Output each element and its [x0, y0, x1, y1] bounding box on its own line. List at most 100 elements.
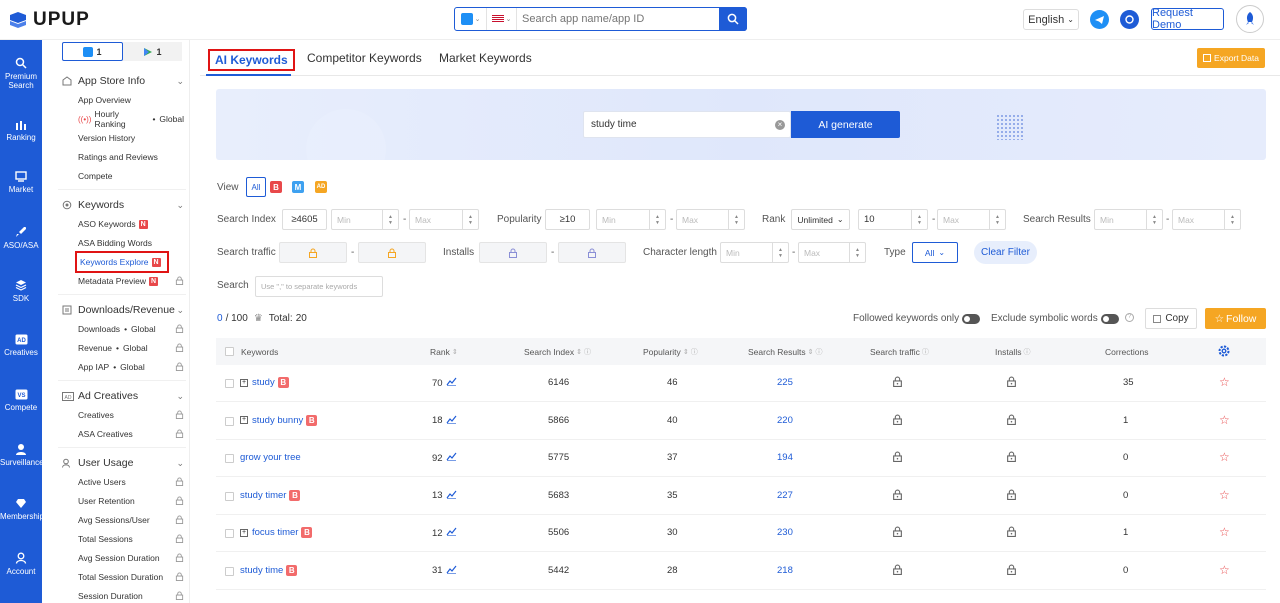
- rail-item-creatives[interactable]: AD Creatives: [0, 334, 42, 357]
- trend-chart-icon[interactable]: [446, 452, 457, 464]
- row-checkbox[interactable]: [225, 416, 234, 426]
- row-checkbox[interactable]: [225, 454, 234, 463]
- stepper[interactable]: ▲ ▼: [772, 243, 788, 262]
- language-selector[interactable]: English ⌄: [1023, 9, 1079, 30]
- stepper[interactable]: ▲ ▼: [849, 243, 865, 262]
- sidebar-item-avg-sessions-user[interactable]: Avg Sessions/User: [78, 514, 184, 526]
- followed-only-toggle[interactable]: [962, 314, 980, 324]
- stepper[interactable]: ▲ ▼: [382, 210, 398, 229]
- expand-icon[interactable]: +: [240, 528, 248, 537]
- store-selector[interactable]: ⌄: [455, 8, 487, 30]
- sidebar-item-total-sessions[interactable]: Total Sessions: [78, 533, 184, 545]
- ai-keyword-input[interactable]: study time ×: [583, 111, 791, 138]
- sidebar-item-user-retention[interactable]: User Retention: [78, 495, 184, 507]
- rank-select[interactable]: Unlimited ⌄: [791, 209, 850, 230]
- stepper[interactable]: ▲ ▼: [462, 210, 478, 229]
- sidebar-section-app-store-info[interactable]: App Store Info ⌄: [62, 73, 184, 89]
- stepper[interactable]: ▲ ▼: [989, 210, 1005, 229]
- popularity-max[interactable]: Max ▲ ▼: [676, 209, 745, 230]
- view-ad-option[interactable]: AD: [315, 181, 327, 193]
- follow-button[interactable]: ☆ Follow: [1205, 308, 1266, 329]
- help-icon[interactable]: ?: [1125, 313, 1134, 322]
- sidebar-item-downloads[interactable]: Downloads • Global: [78, 323, 184, 335]
- keyword-link[interactable]: study time: [240, 565, 283, 576]
- avatar[interactable]: [1236, 5, 1264, 33]
- expand-icon[interactable]: +: [240, 416, 248, 424]
- sidebar-section-ad-creatives[interactable]: AD Ad Creatives ⌄: [62, 388, 184, 404]
- sidebar-item-app-overview[interactable]: App Overview: [78, 94, 184, 106]
- search-results-cell[interactable]: 220: [777, 415, 793, 426]
- column-settings-icon[interactable]: [1217, 344, 1231, 358]
- trend-chart-icon[interactable]: [446, 565, 457, 577]
- telegram-icon[interactable]: [1090, 10, 1109, 29]
- follow-star-icon[interactable]: ☆: [1219, 413, 1230, 427]
- search-results-min[interactable]: Min ▲ ▼: [1094, 209, 1163, 230]
- popularity-min[interactable]: Min ▲ ▼: [596, 209, 666, 230]
- country-selector[interactable]: ⌄: [487, 8, 517, 30]
- rail-item-sdk[interactable]: SDK: [0, 279, 42, 303]
- keyword-link[interactable]: study: [252, 377, 275, 388]
- trend-chart-icon[interactable]: [446, 527, 457, 539]
- keyword-search-input[interactable]: Use "," to separate keywords: [255, 276, 383, 297]
- search-button[interactable]: [719, 7, 747, 31]
- search-index-max[interactable]: Max ▲ ▼: [409, 209, 479, 230]
- sidebar-item-asa-creatives[interactable]: ASA Creatives: [78, 428, 184, 440]
- char-length-min[interactable]: Min ▲ ▼: [720, 242, 789, 263]
- rail-item-account[interactable]: Account: [0, 552, 42, 576]
- keyword-link[interactable]: focus timer: [252, 527, 298, 538]
- col-search-results[interactable]: Search Results ⇕ ⓘ: [748, 347, 823, 357]
- support-icon[interactable]: [1120, 10, 1139, 29]
- keyword-link[interactable]: study timer: [240, 490, 286, 501]
- sidebar-section-user-usage[interactable]: User Usage ⌄: [62, 455, 184, 471]
- stepper[interactable]: ▲ ▼: [649, 210, 665, 229]
- sidebar-item-asa-bidding-words[interactable]: ASA Bidding Words: [78, 237, 184, 249]
- tab-market-keywords[interactable]: Market Keywords: [439, 51, 532, 65]
- sidebar-section-keywords[interactable]: Keywords ⌄: [62, 197, 184, 213]
- row-checkbox[interactable]: [225, 491, 234, 501]
- sidebar-item-ratings-and-reviews[interactable]: Ratings and Reviews: [78, 151, 184, 163]
- stepper[interactable]: ▲ ▼: [1224, 210, 1240, 229]
- sidebar-item-aso-keywords[interactable]: ASO Keywords N: [78, 218, 184, 230]
- ai-generate-button[interactable]: AI generate: [791, 111, 900, 138]
- sidebar-item-revenue[interactable]: Revenue • Global: [78, 342, 184, 354]
- copy-button[interactable]: Copy: [1145, 308, 1197, 329]
- search-results-cell[interactable]: 227: [777, 490, 793, 501]
- keyword-link[interactable]: grow your tree: [240, 452, 301, 463]
- search-results-cell[interactable]: 218: [777, 565, 793, 576]
- col-rank[interactable]: Rank ⇕: [430, 347, 458, 357]
- search-results-cell[interactable]: 230: [777, 527, 793, 538]
- search-results-max[interactable]: Max ▲ ▼: [1172, 209, 1241, 230]
- col-search-index[interactable]: Search Index ⇕ ⓘ: [524, 347, 591, 357]
- search-results-cell[interactable]: 225: [777, 377, 793, 388]
- request-demo-button[interactable]: Request Demo: [1151, 7, 1224, 31]
- tab-ai-keywords[interactable]: AI Keywords: [208, 49, 295, 71]
- sidebar-item-app-iap[interactable]: App IAP • Global: [78, 361, 184, 373]
- tab-google-play[interactable]: 1: [123, 42, 182, 61]
- sidebar-item-metadata-preview[interactable]: Metadata Preview N: [78, 275, 184, 287]
- view-b-option[interactable]: B: [270, 181, 282, 193]
- stepper[interactable]: ▲ ▼: [911, 210, 927, 229]
- col-popularity[interactable]: Popularity ⇕ ⓘ: [643, 347, 698, 357]
- tab-app-store[interactable]: 1: [62, 42, 123, 61]
- sidebar-item-compete[interactable]: Compete: [78, 170, 184, 182]
- select-all-checkbox[interactable]: [225, 347, 234, 356]
- sidebar-item-keywords-explore[interactable]: Keywords Explore N: [75, 251, 169, 273]
- sidebar-section-downloads-revenue[interactable]: Downloads/Revenue ⌄: [62, 302, 184, 318]
- search-results-cell[interactable]: 194: [777, 452, 793, 463]
- clear-filter-button[interactable]: Clear Filter: [974, 241, 1037, 264]
- logo[interactable]: UPUP: [8, 9, 90, 31]
- keyword-link[interactable]: study bunny: [252, 415, 303, 426]
- sidebar-item-hourly-ranking[interactable]: ((•)) Hourly Ranking • Global: [78, 109, 184, 129]
- sidebar-item-session-duration[interactable]: Session Duration: [78, 590, 184, 602]
- row-checkbox[interactable]: [225, 529, 234, 538]
- row-checkbox[interactable]: [225, 379, 234, 388]
- trend-chart-icon[interactable]: [446, 377, 457, 389]
- type-select[interactable]: All ⌄: [912, 242, 958, 263]
- clear-icon[interactable]: ×: [775, 119, 785, 130]
- app-search-input[interactable]: [517, 13, 719, 25]
- view-all-option[interactable]: All: [246, 177, 266, 197]
- expand-icon[interactable]: +: [240, 378, 248, 387]
- rail-item-membership[interactable]: Membership: [0, 498, 44, 521]
- search-index-min[interactable]: Min ▲ ▼: [331, 209, 399, 230]
- search-index-preset[interactable]: ≥4605: [282, 209, 327, 230]
